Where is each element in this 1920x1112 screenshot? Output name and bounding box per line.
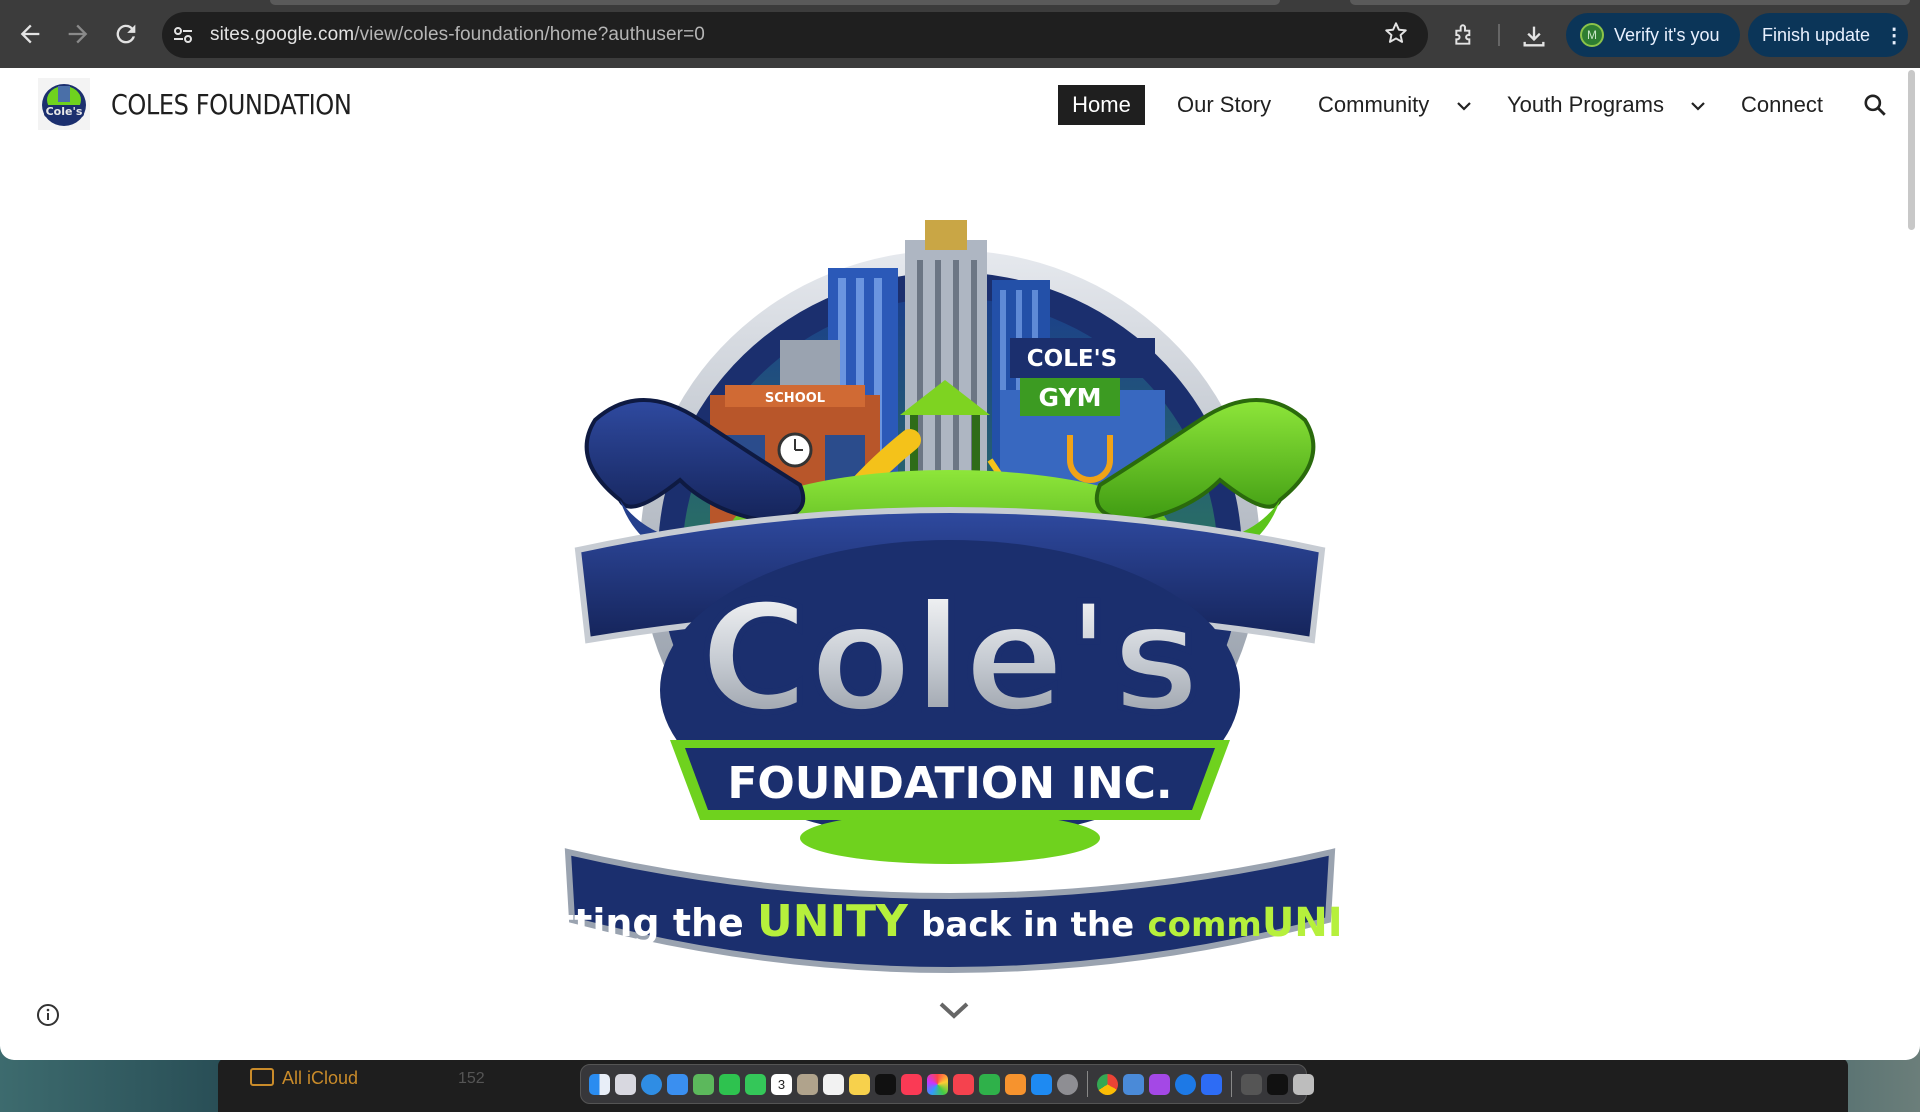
news-dock-icon[interactable] xyxy=(953,1073,974,1095)
site-info-icon[interactable] xyxy=(172,24,194,46)
launchpad-dock-icon[interactable] xyxy=(615,1073,636,1095)
finder-sidebar-item[interactable]: All iCloud xyxy=(282,1068,358,1089)
tagline-highlight: UNITY xyxy=(757,896,909,947)
browser-window: sites.google.com/view/coles-foundation/h… xyxy=(0,0,1920,1060)
tagline-part: comm xyxy=(1147,905,1261,945)
app-store-dock-icon[interactable] xyxy=(1031,1073,1052,1095)
notes-dock-icon[interactable] xyxy=(849,1073,870,1095)
recent-window-dock-icon[interactable] xyxy=(1241,1073,1262,1095)
hero-title: Cole's xyxy=(699,572,1201,746)
dock-divider xyxy=(1231,1071,1232,1097)
chevron-down-icon[interactable] xyxy=(1688,96,1708,116)
download-icon[interactable] xyxy=(1520,22,1548,50)
music-dock-icon[interactable] xyxy=(901,1073,922,1095)
url-host: sites.google.com xyxy=(210,24,355,45)
reload-icon[interactable] xyxy=(112,20,140,48)
mail-dock-icon[interactable] xyxy=(667,1073,688,1095)
trash-dock-icon[interactable] xyxy=(1293,1073,1314,1095)
finish-update-label: Finish update xyxy=(1762,24,1871,45)
page-scrollbar[interactable] xyxy=(1908,70,1915,230)
search-icon[interactable] xyxy=(1862,92,1888,118)
site-logo[interactable]: Cole's xyxy=(38,78,90,130)
verify-identity-button[interactable]: M Verify it's you xyxy=(1566,13,1740,57)
finder-dock-icon[interactable] xyxy=(589,1073,610,1095)
calendar-dock-icon[interactable]: 3 xyxy=(771,1073,792,1095)
url-text[interactable]: sites.google.com/view/coles-foundation/h… xyxy=(210,24,705,46)
info-icon[interactable] xyxy=(36,1003,60,1027)
tab-strip xyxy=(270,0,1280,5)
recent-window-dock-icon[interactable] xyxy=(1267,1073,1288,1095)
site-title[interactable]: COLES FOUNDATION xyxy=(111,88,352,121)
back-icon[interactable] xyxy=(16,20,44,48)
nav-our-story[interactable]: Our Story xyxy=(1177,85,1271,125)
forward-icon[interactable] xyxy=(64,20,92,48)
tv-dock-icon[interactable] xyxy=(875,1073,896,1095)
facetime-dock-icon[interactable] xyxy=(719,1073,740,1095)
quicktime-dock-icon[interactable] xyxy=(1175,1073,1196,1095)
numbers-dock-icon[interactable] xyxy=(979,1073,1000,1095)
extensions-icon[interactable] xyxy=(1452,22,1478,48)
gym-sign-2: GYM xyxy=(1039,383,1102,412)
tab-strip xyxy=(1350,0,1910,5)
zoom-dock-icon[interactable] xyxy=(1201,1073,1222,1095)
nav-home[interactable]: Home xyxy=(1058,85,1145,125)
chevron-down-icon[interactable] xyxy=(1454,96,1474,116)
hero-logo-image: SCHOOL COLE'S GYM Cole's FOUNDATION INC.… xyxy=(501,207,1400,1010)
toolbar-divider xyxy=(1498,24,1500,46)
browser-toolbar: sites.google.com/view/coles-foundation/h… xyxy=(0,0,1920,68)
photos-dock-icon[interactable] xyxy=(927,1073,948,1095)
finder-item-count: 152 xyxy=(458,1070,485,1087)
logo-wordmark: Cole's xyxy=(46,105,83,118)
nav-connect[interactable]: Connect xyxy=(1741,85,1823,125)
safari-dock-icon[interactable] xyxy=(641,1073,662,1095)
finish-update-button[interactable]: Finish update ⋮ xyxy=(1748,13,1908,57)
dock: 3 xyxy=(580,1064,1314,1104)
messages-dock-icon[interactable] xyxy=(745,1073,766,1095)
dock-divider xyxy=(1087,1071,1088,1097)
podcasts-dock-icon[interactable] xyxy=(1149,1073,1170,1095)
verify-label: Verify it's you xyxy=(1614,24,1720,45)
chrome-dock-icon[interactable] xyxy=(1097,1073,1118,1095)
tagline-part: back in the xyxy=(921,905,1134,945)
url-path: /view/coles-foundation/home?authuser=0 xyxy=(354,24,705,45)
reminders-dock-icon[interactable] xyxy=(823,1073,844,1095)
tagline-highlight: UNITY xyxy=(1262,900,1340,946)
gym-sign-1: COLE'S xyxy=(1027,346,1117,372)
profile-avatar: M xyxy=(1580,23,1604,47)
folder-icon xyxy=(250,1068,274,1086)
contacts-dock-icon[interactable] xyxy=(797,1073,818,1095)
school-sign: SCHOOL xyxy=(765,391,825,406)
kebab-icon[interactable]: ⋮ xyxy=(1884,23,1904,48)
nav-youth-programs[interactable]: Youth Programs xyxy=(1507,85,1664,125)
chevron-down-icon[interactable] xyxy=(938,1000,970,1022)
maps-dock-icon[interactable] xyxy=(693,1073,714,1095)
tagline-part: Putting the xyxy=(560,901,744,945)
preview-dock-icon[interactable] xyxy=(1123,1073,1144,1095)
star-icon[interactable] xyxy=(1382,20,1410,48)
pages-dock-icon[interactable] xyxy=(1005,1073,1026,1095)
nav-community[interactable]: Community xyxy=(1318,85,1429,125)
hero-subtitle: FOUNDATION INC. xyxy=(727,758,1172,809)
settings-dock-icon[interactable] xyxy=(1057,1073,1078,1095)
